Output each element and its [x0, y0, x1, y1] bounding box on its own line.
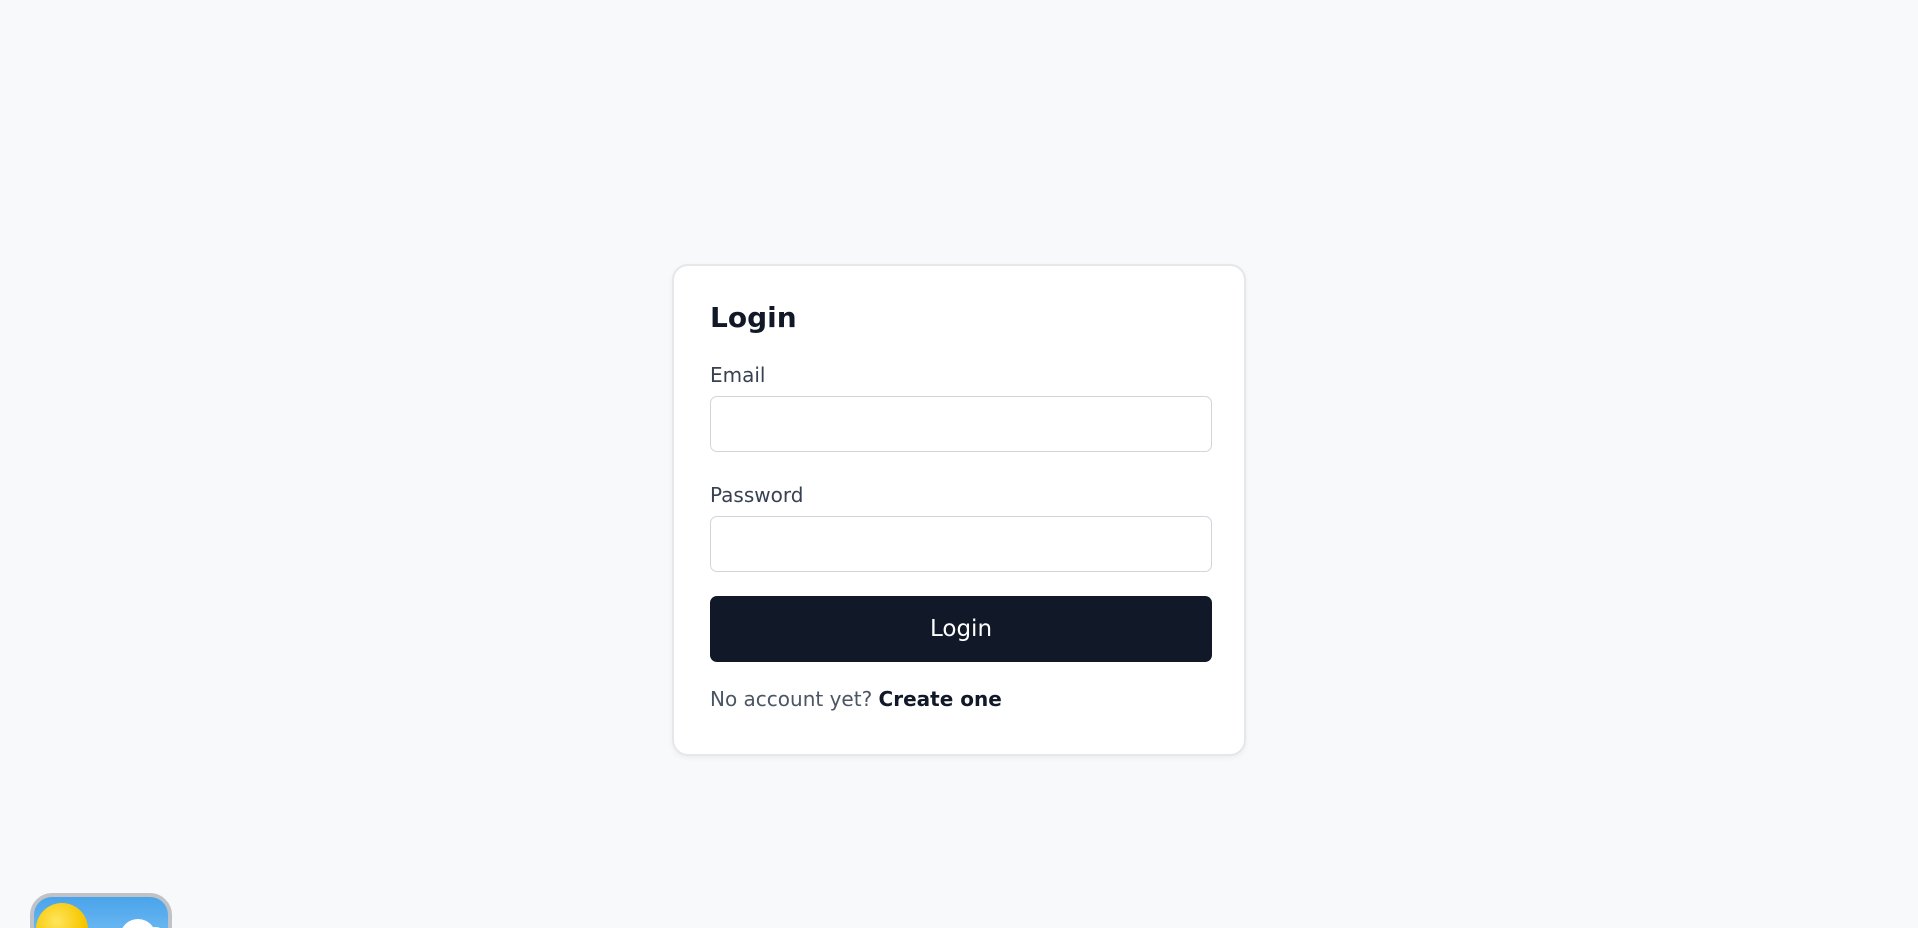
no-account-text: No account yet?	[710, 687, 873, 711]
password-label: Password	[710, 483, 804, 507]
login-button[interactable]: Login	[710, 596, 1212, 662]
weather-sun-cloud-icon[interactable]	[30, 893, 172, 928]
login-card: Login Email Password Login No account ye…	[672, 264, 1246, 756]
login-page: Login Email Password Login No account ye…	[0, 0, 1918, 928]
sun-icon	[36, 903, 88, 928]
cloud-icon	[106, 919, 168, 928]
email-input[interactable]	[710, 396, 1212, 452]
password-input[interactable]	[710, 516, 1212, 572]
signup-prompt: No account yet? Create one	[710, 686, 1208, 712]
login-title: Login	[710, 301, 797, 334]
create-account-link[interactable]: Create one	[879, 687, 1002, 711]
email-field-group: Email	[710, 362, 1212, 452]
email-label: Email	[710, 363, 766, 387]
password-field-group: Password	[710, 482, 1212, 572]
